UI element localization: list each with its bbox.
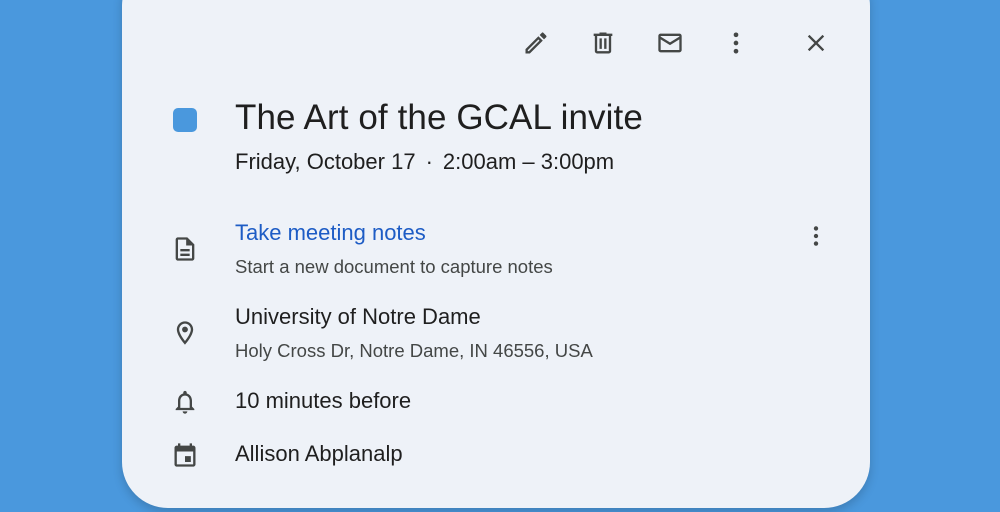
email-guests-button[interactable] [654, 27, 686, 59]
datetime-separator: · [425, 149, 433, 174]
event-title: The Art of the GCAL invite [235, 98, 643, 137]
event-time: 2:00am – 3:00pm [442, 149, 615, 174]
edit-icon [525, 32, 547, 54]
more-options-icon [813, 226, 819, 246]
notes-row-icon [171, 235, 199, 263]
edit-event-button[interactable] [520, 27, 552, 59]
delete-icon [593, 32, 613, 54]
event-color-chip [173, 108, 197, 132]
notes-description: Start a new document to capture notes [235, 256, 553, 277]
more-options-button[interactable] [720, 27, 752, 59]
close-button[interactable] [800, 27, 832, 59]
location-address: Holy Cross Dr, Notre Dame, IN 46556, USA [235, 340, 593, 361]
event-datetime: Friday, October 17 · 2:00am – 3:00pm [235, 149, 614, 175]
event-details-card: The Art of the GCAL invite Friday, Octob… [122, 0, 870, 508]
reminder-text: 10 minutes before [235, 388, 412, 413]
calendar-row-icon [171, 441, 199, 469]
delete-event-button[interactable] [587, 27, 619, 59]
notes-more-options-button[interactable] [802, 222, 830, 250]
location-row-icon [171, 319, 199, 347]
more-options-icon [733, 32, 739, 54]
calendar-icon [174, 443, 196, 467]
location-pin-icon [176, 321, 194, 345]
close-icon [807, 34, 825, 52]
document-icon [175, 237, 195, 261]
location-name[interactable]: University of Notre Dame [235, 304, 481, 330]
email-icon [658, 33, 682, 53]
bell-icon [175, 390, 195, 414]
event-date: Friday, October 17 [235, 149, 416, 174]
take-meeting-notes-link[interactable]: Take meeting notes [235, 220, 426, 246]
calendar-owner: Allison Abplanalp [235, 441, 403, 466]
reminder-row-icon [171, 388, 199, 416]
